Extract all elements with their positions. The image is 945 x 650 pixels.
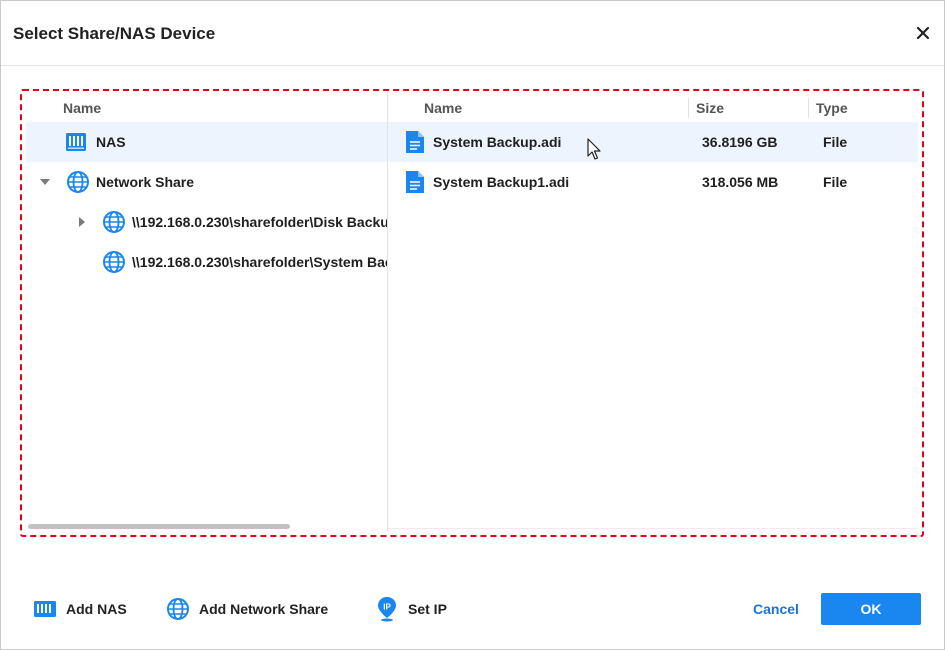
tree-item-label: NAS — [96, 134, 126, 150]
tree-column-name[interactable]: Name — [63, 94, 101, 122]
add-network-share-label: Add Network Share — [199, 601, 329, 617]
file-row[interactable]: System Backup.adi 36.8196 GB File — [388, 122, 918, 162]
nas-icon — [66, 133, 86, 151]
file-type: File — [823, 174, 848, 190]
column-divider[interactable] — [808, 98, 809, 118]
dialog-title: Select Share/NAS Device — [13, 24, 216, 43]
file-icon — [406, 131, 424, 153]
file-size: 318.056 MB — [702, 174, 779, 190]
globe-icon — [67, 171, 89, 193]
ip-badge-text: IP — [383, 603, 391, 612]
file-icon — [406, 171, 424, 193]
list-bottom-divider — [388, 528, 918, 529]
tree-item-label: Network Share — [96, 174, 195, 190]
tree-item-label: \\192.168.0.230\sharefolder\System Backu… — [132, 254, 387, 270]
globe-icon — [103, 251, 125, 273]
tree-item-label: \\192.168.0.230\sharefolder\Disk Backup — [132, 214, 388, 230]
file-row[interactable]: System Backup1.adi 318.056 MB File — [388, 162, 918, 202]
mouse-cursor-icon — [587, 138, 601, 160]
set-ip-label: Set IP — [408, 601, 447, 617]
select-share-nas-dialog: Select Share/NAS Device Name NAS Network… — [0, 0, 945, 650]
ip-location-icon: IP — [378, 597, 396, 622]
column-header-size[interactable]: Size — [696, 94, 724, 122]
close-button[interactable] — [912, 22, 934, 44]
nas-icon — [34, 601, 56, 617]
cancel-button[interactable]: Cancel — [753, 601, 799, 617]
file-name: System Backup.adi — [433, 134, 562, 150]
file-name: System Backup1.adi — [433, 174, 570, 190]
browser-panel: Name NAS Network Share \\192.168.0.230\s… — [26, 94, 918, 531]
globe-icon — [103, 211, 125, 233]
title-bar: Select Share/NAS Device — [1, 1, 944, 66]
horizontal-scrollbar-thumb[interactable] — [28, 524, 290, 529]
set-ip-button[interactable]: IP Set IP — [375, 596, 447, 622]
globe-icon — [167, 598, 189, 620]
tree-item-nas[interactable]: NAS — [26, 122, 387, 162]
add-nas-label: Add NAS — [66, 601, 127, 617]
tree-item-network-share[interactable]: Network Share — [26, 162, 387, 202]
caret-right-icon[interactable] — [77, 217, 87, 227]
caret-down-icon[interactable] — [40, 177, 50, 187]
tree-item-system-backup-share[interactable]: \\192.168.0.230\sharefolder\System Backu… — [26, 242, 387, 282]
file-list-pane: Name Size Type System Backup.adi 36.8196… — [388, 94, 918, 531]
file-size: 36.8196 GB — [702, 134, 778, 150]
column-header-name[interactable]: Name — [424, 94, 462, 122]
ok-button[interactable]: OK — [821, 593, 921, 625]
add-network-share-button[interactable]: Add Network Share — [166, 596, 328, 622]
device-tree-pane[interactable]: Name NAS Network Share \\192.168.0.230\s… — [26, 94, 388, 531]
tree-item-disk-backup-share[interactable]: \\192.168.0.230\sharefolder\Disk Backup — [26, 202, 387, 242]
add-nas-button[interactable]: Add NAS — [33, 596, 127, 622]
close-icon — [916, 26, 930, 40]
column-header-type[interactable]: Type — [816, 94, 848, 122]
file-type: File — [823, 134, 848, 150]
column-divider[interactable] — [688, 98, 689, 118]
